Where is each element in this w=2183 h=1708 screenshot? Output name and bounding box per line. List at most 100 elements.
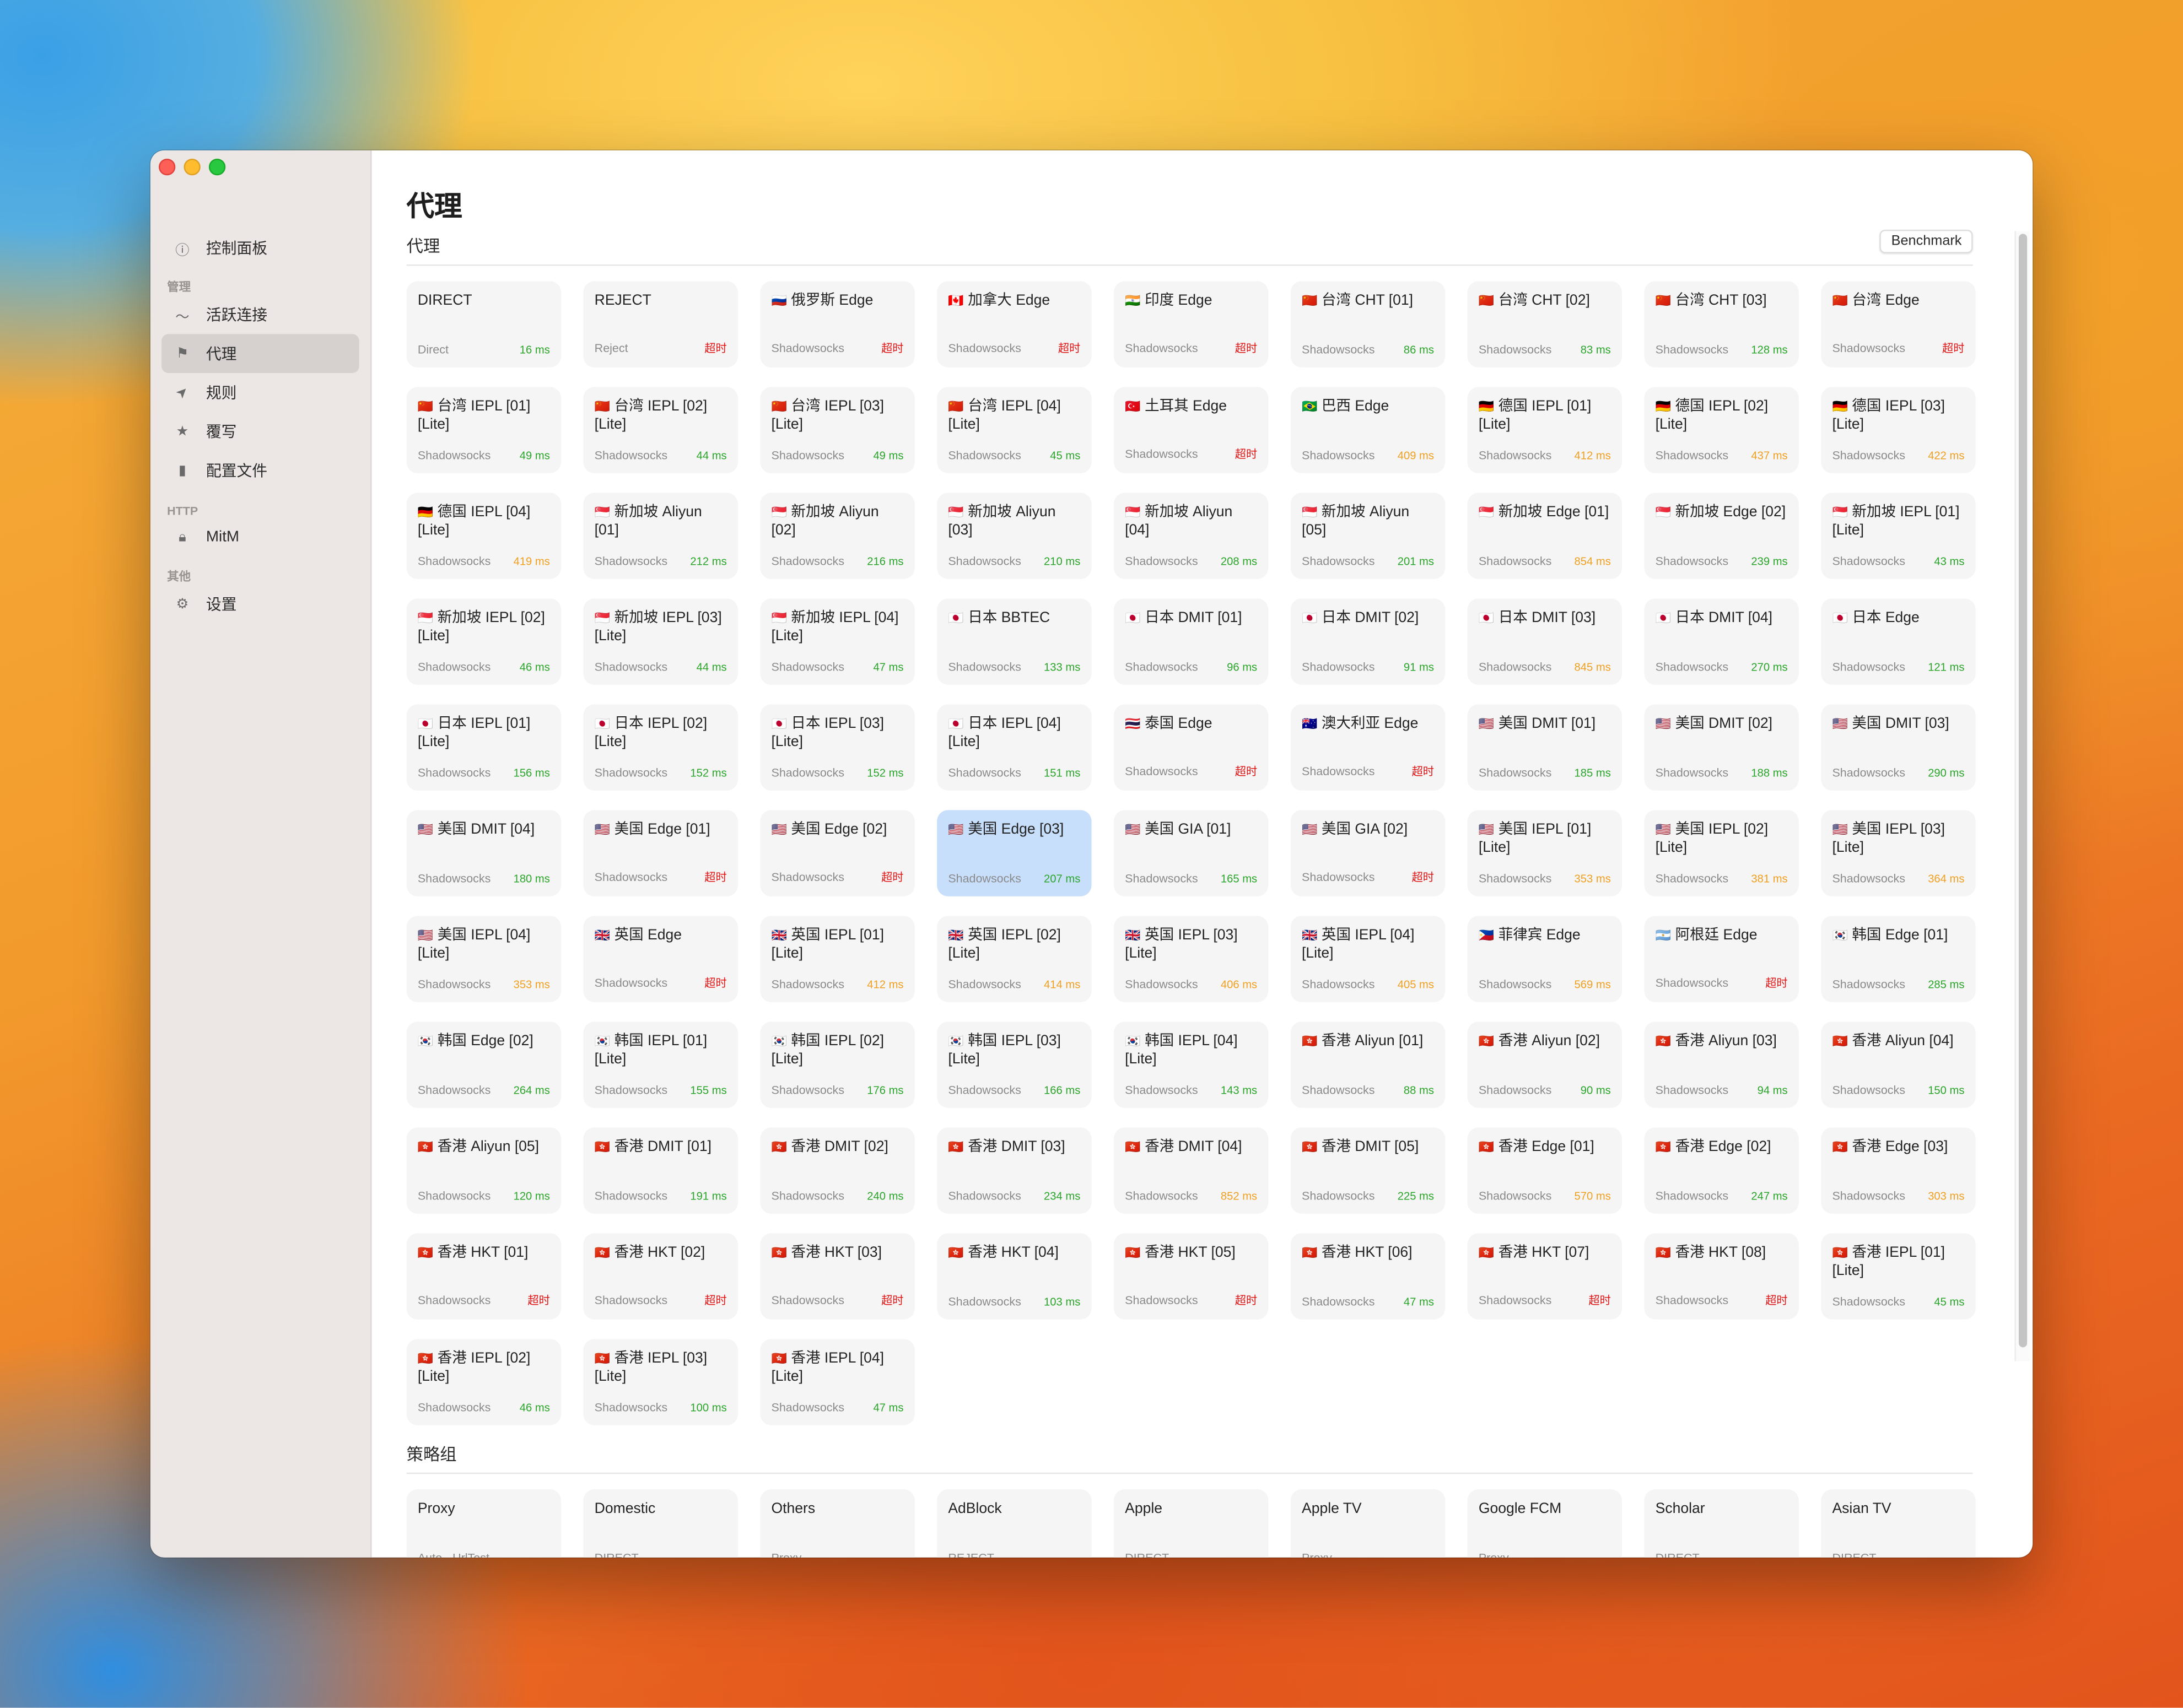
policy-group-card[interactable]: Scholar DIRECT xyxy=(1644,1489,1799,1558)
proxy-card[interactable]: 🇷🇺 俄罗斯 Edge Shadowsocks 超时 xyxy=(760,281,915,367)
proxy-card[interactable]: 🇭🇰 香港 Aliyun [02] Shadowsocks 90 ms xyxy=(1467,1021,1623,1108)
proxy-card[interactable]: 🇯🇵 日本 DMIT [04] Shadowsocks 270 ms xyxy=(1644,598,1799,685)
close-window-button[interactable] xyxy=(158,158,176,176)
proxy-card[interactable]: 🇩🇪 德国 IEPL [04] [Lite] Shadowsocks 419 ms xyxy=(406,493,562,579)
proxy-card[interactable]: 🇩🇪 德国 IEPL [03] [Lite] Shadowsocks 422 ms xyxy=(1821,387,1976,473)
proxy-card[interactable]: 🇨🇳 台湾 CHT [01] Shadowsocks 86 ms xyxy=(1290,281,1446,367)
proxy-card[interactable]: 🇸🇬 新加坡 IEPL [02] [Lite] Shadowsocks 46 ms xyxy=(406,598,562,685)
proxy-card[interactable]: 🇭🇰 香港 DMIT [01] Shadowsocks 191 ms xyxy=(583,1127,738,1214)
proxy-card[interactable]: 🇭🇰 香港 HKT [02] Shadowsocks 超时 xyxy=(583,1233,738,1320)
sidebar-item-proxy[interactable]: ⚑ 代理 xyxy=(161,334,359,374)
proxy-card[interactable]: 🇺🇸 美国 DMIT [02] Shadowsocks 188 ms xyxy=(1644,704,1799,791)
proxy-card[interactable]: 🇭🇰 香港 Edge [03] Shadowsocks 303 ms xyxy=(1821,1127,1976,1214)
proxy-card[interactable]: 🇸🇬 新加坡 Edge [01] Shadowsocks 854 ms xyxy=(1467,493,1623,579)
proxy-card[interactable]: 🇺🇸 美国 IEPL [04] [Lite] Shadowsocks 353 ms xyxy=(406,916,562,1002)
policy-group-card[interactable]: Asian TV DIRECT xyxy=(1821,1489,1976,1558)
proxy-card[interactable]: 🇭🇰 香港 Edge [01] Shadowsocks 570 ms xyxy=(1467,1127,1623,1214)
scrollbar-thumb[interactable] xyxy=(2018,234,2028,1348)
proxy-card[interactable]: 🇭🇰 香港 IEPL [03] [Lite] Shadowsocks 100 ms xyxy=(583,1339,738,1425)
proxy-card[interactable]: 🇨🇳 台湾 CHT [02] Shadowsocks 83 ms xyxy=(1467,281,1623,367)
proxy-card[interactable]: 🇺🇸 美国 Edge [03] Shadowsocks 207 ms xyxy=(937,810,1092,896)
proxy-card[interactable]: 🇩🇪 德国 IEPL [01] [Lite] Shadowsocks 412 ms xyxy=(1467,387,1623,473)
proxy-card[interactable]: 🇨🇳 台湾 IEPL [03] [Lite] Shadowsocks 49 ms xyxy=(760,387,915,473)
proxy-card[interactable]: 🇨🇦 加拿大 Edge Shadowsocks 超时 xyxy=(937,281,1092,367)
proxy-card[interactable]: 🇭🇰 香港 HKT [03] Shadowsocks 超时 xyxy=(760,1233,915,1320)
scrollbar[interactable] xyxy=(2014,231,2030,1361)
minimize-window-button[interactable] xyxy=(184,158,201,176)
proxy-card[interactable]: 🇬🇧 英国 IEPL [02] [Lite] Shadowsocks 414 ms xyxy=(937,916,1092,1002)
proxy-card[interactable]: 🇯🇵 日本 IEPL [02] [Lite] Shadowsocks 152 ms xyxy=(583,704,738,791)
proxy-card[interactable]: 🇸🇬 新加坡 IEPL [01] [Lite] Shadowsocks 43 ms xyxy=(1821,493,1976,579)
proxy-card[interactable]: 🇬🇧 英国 IEPL [04] [Lite] Shadowsocks 405 ms xyxy=(1290,916,1446,1002)
proxy-card[interactable]: 🇺🇸 美国 Edge [01] Shadowsocks 超时 xyxy=(583,810,738,896)
proxy-card[interactable]: 🇺🇸 美国 GIA [02] Shadowsocks 超时 xyxy=(1290,810,1446,896)
proxy-card[interactable]: 🇭🇰 香港 Aliyun [05] Shadowsocks 120 ms xyxy=(406,1127,562,1214)
proxy-card[interactable]: 🇺🇸 美国 GIA [01] Shadowsocks 165 ms xyxy=(1113,810,1269,896)
proxy-card[interactable]: 🇸🇬 新加坡 Aliyun [04] Shadowsocks 208 ms xyxy=(1113,493,1269,579)
proxy-card[interactable]: 🇯🇵 日本 IEPL [03] [Lite] Shadowsocks 152 ms xyxy=(760,704,915,791)
proxy-card[interactable]: 🇮🇳 印度 Edge Shadowsocks 超时 xyxy=(1113,281,1269,367)
proxy-card[interactable]: 🇹🇭 泰国 Edge Shadowsocks 超时 xyxy=(1113,704,1269,791)
proxy-card[interactable]: 🇭🇰 香港 IEPL [01] [Lite] Shadowsocks 45 ms xyxy=(1821,1233,1976,1320)
sidebar-item-profiles[interactable]: ▮ 配置文件 xyxy=(161,451,359,490)
proxy-card[interactable]: 🇨🇳 台湾 IEPL [01] [Lite] Shadowsocks 49 ms xyxy=(406,387,562,473)
proxy-card[interactable]: 🇭🇰 香港 HKT [04] Shadowsocks 103 ms xyxy=(937,1233,1092,1320)
proxy-card[interactable]: 🇭🇰 香港 Edge [02] Shadowsocks 247 ms xyxy=(1644,1127,1799,1214)
sidebar-item-dashboard[interactable]: ⓘ 控制面板 xyxy=(161,228,359,267)
policy-group-card[interactable]: AdBlock REJECT xyxy=(937,1489,1092,1558)
proxy-card[interactable]: 🇭🇰 香港 HKT [01] Shadowsocks 超时 xyxy=(406,1233,562,1320)
proxy-card[interactable]: 🇯🇵 日本 DMIT [02] Shadowsocks 91 ms xyxy=(1290,598,1446,685)
proxy-card[interactable]: 🇨🇳 台湾 CHT [03] Shadowsocks 128 ms xyxy=(1644,281,1799,367)
proxy-card[interactable]: 🇺🇸 美国 DMIT [04] Shadowsocks 180 ms xyxy=(406,810,562,896)
proxy-card[interactable]: 🇯🇵 日本 BBTEC Shadowsocks 133 ms xyxy=(937,598,1092,685)
proxy-card[interactable]: 🇯🇵 日本 IEPL [04] [Lite] Shadowsocks 151 ms xyxy=(937,704,1092,791)
proxy-card[interactable]: 🇺🇸 美国 IEPL [02] [Lite] Shadowsocks 381 ms xyxy=(1644,810,1799,896)
proxy-card[interactable]: 🇯🇵 日本 DMIT [01] Shadowsocks 96 ms xyxy=(1113,598,1269,685)
proxy-card[interactable]: 🇺🇸 美国 IEPL [03] [Lite] Shadowsocks 364 ms xyxy=(1821,810,1976,896)
proxy-card[interactable]: 🇨🇳 台湾 IEPL [04] [Lite] Shadowsocks 45 ms xyxy=(937,387,1092,473)
proxy-card[interactable]: 🇰🇷 韩国 IEPL [01] [Lite] Shadowsocks 155 ms xyxy=(583,1021,738,1108)
proxy-card[interactable]: 🇬🇧 英国 IEPL [01] [Lite] Shadowsocks 412 ms xyxy=(760,916,915,1002)
sidebar-item-mitm[interactable]: 🔒︎ MitM xyxy=(161,518,359,557)
proxy-card[interactable]: 🇭🇰 香港 HKT [08] Shadowsocks 超时 xyxy=(1644,1233,1799,1320)
proxy-card[interactable]: 🇭🇰 香港 DMIT [04] Shadowsocks 852 ms xyxy=(1113,1127,1269,1214)
proxy-card[interactable]: 🇯🇵 日本 Edge Shadowsocks 121 ms xyxy=(1821,598,1976,685)
sidebar-item-rewrite[interactable]: ★ 覆写 xyxy=(161,412,359,451)
sidebar-item-connections[interactable]: 〜 活跃连接 xyxy=(161,295,359,334)
proxy-card[interactable]: 🇸🇬 新加坡 Aliyun [05] Shadowsocks 201 ms xyxy=(1290,493,1446,579)
proxy-card[interactable]: 🇰🇷 韩国 Edge [02] Shadowsocks 264 ms xyxy=(406,1021,562,1108)
proxy-card[interactable]: 🇸🇬 新加坡 IEPL [04] [Lite] Shadowsocks 47 ms xyxy=(760,598,915,685)
proxy-card[interactable]: 🇭🇰 香港 HKT [05] Shadowsocks 超时 xyxy=(1113,1233,1269,1320)
proxy-card[interactable]: 🇸🇬 新加坡 IEPL [03] [Lite] Shadowsocks 44 ms xyxy=(583,598,738,685)
proxy-card[interactable]: 🇰🇷 韩国 Edge [01] Shadowsocks 285 ms xyxy=(1821,916,1976,1002)
proxy-card[interactable]: 🇨🇳 台湾 IEPL [02] [Lite] Shadowsocks 44 ms xyxy=(583,387,738,473)
proxy-card[interactable]: 🇭🇰 香港 DMIT [02] Shadowsocks 240 ms xyxy=(760,1127,915,1214)
proxy-card[interactable]: 🇨🇳 台湾 Edge Shadowsocks 超时 xyxy=(1821,281,1976,367)
proxy-card[interactable]: 🇧🇷 巴西 Edge Shadowsocks 409 ms xyxy=(1290,387,1446,473)
benchmark-button[interactable]: Benchmark xyxy=(1880,229,1973,253)
proxy-card[interactable]: DIRECT Direct 16 ms xyxy=(406,281,562,367)
proxy-card[interactable]: 🇯🇵 日本 DMIT [03] Shadowsocks 845 ms xyxy=(1467,598,1623,685)
proxy-card[interactable]: 🇰🇷 韩国 IEPL [04] [Lite] Shadowsocks 143 ms xyxy=(1113,1021,1269,1108)
proxy-card[interactable]: 🇯🇵 日本 IEPL [01] [Lite] Shadowsocks 156 ms xyxy=(406,704,562,791)
policy-group-card[interactable]: Apple DIRECT xyxy=(1113,1489,1269,1558)
policy-group-card[interactable]: Google FCM Proxy xyxy=(1467,1489,1623,1558)
proxy-card[interactable]: 🇸🇬 新加坡 Aliyun [01] Shadowsocks 212 ms xyxy=(583,493,738,579)
proxy-card[interactable]: 🇺🇸 美国 IEPL [01] [Lite] Shadowsocks 353 ms xyxy=(1467,810,1623,896)
sidebar-item-rules[interactable]: ➤ 规则 xyxy=(161,373,359,412)
proxy-card[interactable]: 🇭🇰 香港 DMIT [03] Shadowsocks 234 ms xyxy=(937,1127,1092,1214)
policy-group-card[interactable]: Others Proxy xyxy=(760,1489,915,1558)
proxy-card[interactable]: 🇸🇬 新加坡 Aliyun [03] Shadowsocks 210 ms xyxy=(937,493,1092,579)
proxy-card[interactable]: 🇰🇷 韩国 IEPL [02] [Lite] Shadowsocks 176 ms xyxy=(760,1021,915,1108)
policy-group-card[interactable]: Proxy Auto - UrlTest xyxy=(406,1489,562,1558)
proxy-card[interactable]: 🇭🇰 香港 Aliyun [03] Shadowsocks 94 ms xyxy=(1644,1021,1799,1108)
proxy-card[interactable]: 🇬🇧 英国 Edge Shadowsocks 超时 xyxy=(583,916,738,1002)
policy-group-card[interactable]: Domestic DIRECT xyxy=(583,1489,738,1558)
proxy-card[interactable]: 🇭🇰 香港 IEPL [04] [Lite] Shadowsocks 47 ms xyxy=(760,1339,915,1425)
proxy-card[interactable]: 🇬🇧 英国 IEPL [03] [Lite] Shadowsocks 406 ms xyxy=(1113,916,1269,1002)
proxy-card[interactable]: 🇭🇰 香港 HKT [06] Shadowsocks 47 ms xyxy=(1290,1233,1446,1320)
proxy-card[interactable]: REJECT Reject 超时 xyxy=(583,281,738,367)
sidebar-item-settings[interactable]: ⚙ 设置 xyxy=(161,585,359,624)
proxy-card[interactable]: 🇭🇰 香港 Aliyun [04] Shadowsocks 150 ms xyxy=(1821,1021,1976,1108)
proxy-card[interactable]: 🇰🇷 韩国 IEPL [03] [Lite] Shadowsocks 166 ms xyxy=(937,1021,1092,1108)
